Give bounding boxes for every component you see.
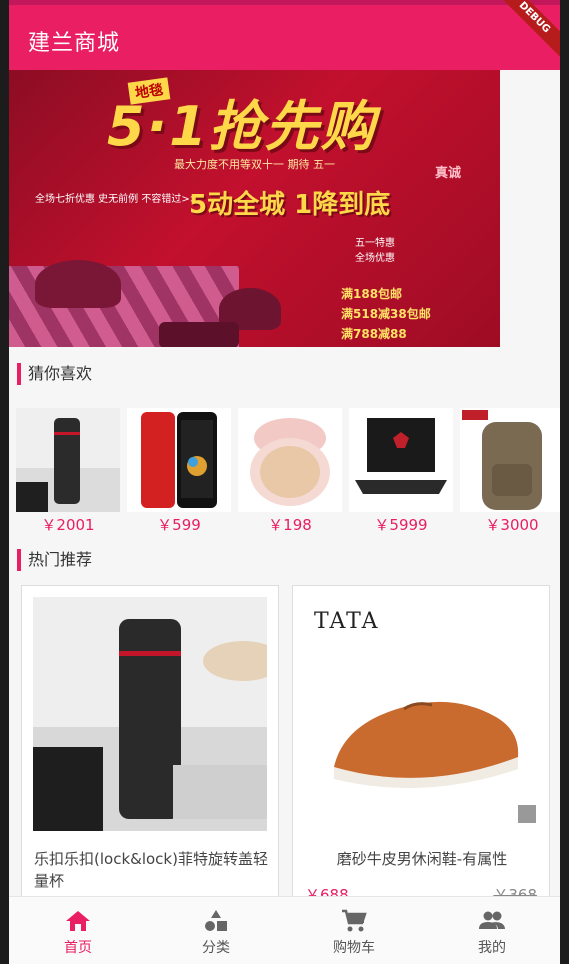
nav-item-mine[interactable]: 我的 (423, 897, 560, 964)
nav-label: 首页 (64, 940, 92, 956)
like-item[interactable]: ￥3000 (460, 408, 560, 534)
tata-brand-logo: TATA (314, 609, 380, 634)
red-smartphone-image (127, 408, 231, 512)
gaming-laptop-image (349, 408, 453, 512)
banner-ottoman-graphic (159, 322, 239, 347)
app-bar: 建兰商城 DEBUG (9, 0, 560, 70)
thermos-bottle-image (33, 597, 267, 831)
like-item[interactable]: ￥5999 (349, 408, 453, 534)
nav-item-home[interactable]: 首页 (9, 897, 147, 964)
hot-product-card[interactable]: TATA 磨砂牛皮男休闲鞋-有属性 ￥688 ￥368 (292, 585, 550, 905)
banner-stand-text: 真诚 (435, 166, 462, 181)
hot-product-name: 乐扣乐扣(lock&lock)菲特旋转盖轻量杯 (34, 850, 268, 890)
nav-label: 分类 (202, 940, 230, 956)
banner-side-line: 全场优惠 (355, 253, 395, 264)
like-item-price: ￥3000 (485, 516, 539, 534)
promo-banner-carousel[interactable]: 5·1抢先购 地毯 最大力度不用等双十一 期待 五一 全场七折优惠 史无前例 不… (9, 70, 500, 347)
nav-label: 购物车 (333, 940, 375, 956)
banner-deal-line: 满188包邮 (341, 287, 403, 301)
tumi-backpack-image (460, 408, 560, 512)
thermos-bottle-image (16, 408, 120, 512)
section-title-hot: 热门推荐 (17, 549, 92, 571)
section-title-like: 猜你喜欢 (17, 363, 92, 385)
people-icon (479, 911, 505, 929)
like-item-price: ￥198 (268, 516, 312, 534)
banner-chair-graphic (35, 260, 121, 308)
debug-ribbon: DEBUG (485, 0, 560, 67)
hot-product-card[interactable]: 乐扣乐扣(lock&lock)菲特旋转盖轻量杯 (21, 585, 279, 905)
like-item[interactable]: ￥2001 (16, 408, 120, 534)
banner-left-promo: 全场七折优惠 史无前例 不容错过>> (35, 194, 199, 205)
banner-side-line: 五一特惠 (355, 238, 395, 249)
hot-product-name: 磨砂牛皮男休闲鞋-有属性 (336, 850, 508, 868)
cart-icon (342, 909, 367, 932)
home-icon (66, 911, 90, 931)
app-title: 建兰商城 (28, 31, 121, 56)
like-item-price: ￥599 (157, 516, 201, 534)
leather-shoe-image: TATA (304, 597, 538, 831)
nav-label: 我的 (478, 940, 506, 956)
like-item[interactable]: ￥599 (127, 408, 231, 534)
banner-deal-line: 满788减88 (341, 327, 407, 341)
like-item[interactable]: ￥198 (238, 408, 342, 534)
banner-deals: 满188包邮 满518减38包邮 满788减88 (341, 284, 431, 344)
banner-subtitle: 最大力度不用等双十一 期待 五一 (174, 158, 335, 171)
bottom-navigation: 首页 分类 购物车 我的 (9, 896, 560, 964)
like-item-price: ￥2001 (41, 516, 95, 534)
app-screen: 建兰商城 DEBUG 5·1抢先购 地毯 最大力度不用等双十一 期待 五一 全场… (9, 0, 560, 964)
nav-item-cart[interactable]: 购物车 (285, 897, 423, 964)
banner-big-text: 5动全城 1降到底 (189, 190, 391, 220)
nav-item-category[interactable]: 分类 (147, 897, 285, 964)
cushion-compact-image (238, 408, 342, 512)
banner-side-text: 五一特惠 全场优惠 (355, 236, 395, 266)
category-icon (205, 910, 227, 931)
banner-deal-line: 满518减38包邮 (341, 307, 431, 321)
like-item-price: ￥5999 (374, 516, 428, 534)
